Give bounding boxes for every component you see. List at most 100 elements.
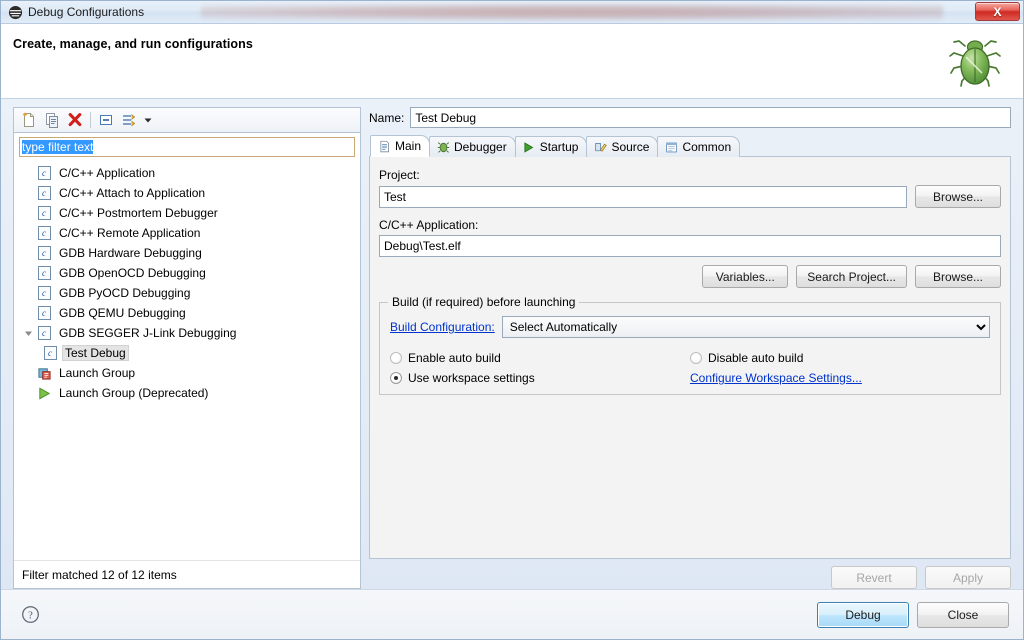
tree-item-launch-group[interactable]: Launch Group	[14, 363, 360, 383]
debug-configurations-dialog: Debug Configurations X Create, manage, a…	[0, 0, 1024, 640]
c-config-icon: c	[37, 286, 51, 300]
tab-main[interactable]: Main	[370, 135, 431, 157]
filter-launch-configurations-button[interactable]	[118, 110, 140, 131]
tree-item-label: Launch Group	[59, 366, 136, 380]
use-workspace-settings-radio[interactable]	[390, 372, 402, 384]
dialog-footer: ? Debug Close	[1, 589, 1023, 639]
c-config-icon: c	[36, 325, 52, 341]
tab-debugger[interactable]: Debugger	[429, 136, 516, 157]
tree-item-gdb-qemu-debugging[interactable]: c GDB QEMU Debugging	[14, 303, 360, 323]
debugger-icon	[437, 141, 449, 153]
tree-item-label: C/C++ Attach to Application	[59, 186, 206, 200]
launch-group-icon	[37, 367, 51, 380]
project-row: Browse...	[379, 185, 1001, 208]
duplicate-launch-configuration-button[interactable]	[41, 110, 63, 131]
revert-button[interactable]: Revert	[831, 566, 917, 589]
c-config-icon: c	[36, 165, 52, 181]
play-icon	[524, 141, 534, 153]
close-button[interactable]: Close	[917, 601, 1009, 628]
debugger-icon	[436, 140, 450, 154]
tree-item-test-debug[interactable]: c Test Debug	[14, 343, 360, 363]
debug-button[interactable]: Debug	[817, 601, 909, 628]
configuration-name-input[interactable]	[410, 107, 1011, 128]
variables-button[interactable]: Variables...	[702, 265, 789, 288]
project-input[interactable]	[379, 185, 907, 208]
tree-item-c-c-application[interactable]: c C/C++ Application	[14, 163, 360, 183]
tree-item-c-c-attach-to-application[interactable]: c C/C++ Attach to Application	[14, 183, 360, 203]
configuration-tabs: Main Debugger Startup Source Common	[369, 135, 1011, 157]
configurations-tree[interactable]: c C/C++ Application c C/C++ Attach to Appli…	[14, 161, 360, 560]
configure-workspace-settings-item: Configure Workspace Settings...	[690, 371, 990, 385]
disable-auto-build-radio[interactable]	[690, 352, 702, 364]
c-config-icon: c	[37, 266, 51, 280]
filter-field-wrapper	[14, 133, 360, 161]
tree-expander-icon[interactable]	[20, 329, 36, 338]
delete-launch-configuration-icon	[68, 113, 82, 127]
use-workspace-settings-radio-item[interactable]: Use workspace settings	[390, 371, 690, 385]
filter-input[interactable]	[19, 137, 355, 157]
collapse-all-button[interactable]	[95, 110, 117, 131]
triangle-down-icon	[24, 331, 32, 336]
tree-item-gdb-pyocd-debugging[interactable]: c GDB PyOCD Debugging	[14, 283, 360, 303]
c-config-icon: c	[37, 306, 51, 320]
apply-button[interactable]: Apply	[925, 566, 1011, 589]
toolbar-dropdown-button[interactable]	[141, 110, 155, 131]
tab-common[interactable]: Common	[657, 136, 741, 157]
tree-item-gdb-hardware-debugging[interactable]: c GDB Hardware Debugging	[14, 243, 360, 263]
tree-item-gdb-segger-j-link-debugging[interactable]: c GDB SEGGER J-Link Debugging	[14, 323, 360, 343]
toolbar-separator	[90, 112, 91, 128]
tab-label: Debugger	[454, 140, 507, 154]
tab-label: Source	[611, 140, 650, 154]
use-workspace-settings-label: Use workspace settings	[408, 371, 535, 385]
chevron-down-icon	[144, 118, 152, 123]
build-group-title: Build (if required) before launching	[388, 295, 580, 309]
delete-launch-configuration-button[interactable]	[64, 110, 86, 131]
filter-status-label: Filter matched 12 of 12 items	[14, 560, 360, 588]
tree-item-label: Launch Group (Deprecated)	[59, 386, 209, 400]
common-icon	[666, 142, 677, 152]
dialog-header: Create, manage, and run configurations	[1, 24, 1023, 99]
main-tab-panel: Project: Browse... C/C++ Application: Va…	[369, 156, 1011, 559]
configure-workspace-settings-link[interactable]: Configure Workspace Settings...	[690, 371, 862, 385]
c-config-icon: c	[36, 205, 52, 221]
disable-auto-build-label: Disable auto build	[708, 351, 804, 365]
disable-auto-build-radio-item[interactable]: Disable auto build	[690, 351, 990, 365]
tree-item-launch-group-deprecated[interactable]: Launch Group (Deprecated)	[14, 383, 360, 403]
launch-group-deprecated-icon	[38, 387, 50, 399]
titlebar-background-blur	[201, 1, 943, 23]
project-browse-button[interactable]: Browse...	[915, 185, 1001, 208]
enable-auto-build-radio-item[interactable]: Enable auto build	[390, 351, 690, 365]
tab-label: Main	[395, 139, 422, 153]
title-bar: Debug Configurations X	[1, 1, 1023, 24]
configuration-editor: Name: Main Debugger Startup Source Common Pr…	[369, 107, 1011, 589]
tree-item-c-c-postmortem-debugger[interactable]: c C/C++ Postmortem Debugger	[14, 203, 360, 223]
tree-item-label: GDB Hardware Debugging	[59, 246, 202, 260]
page-title: Create, manage, and run configurations	[13, 37, 253, 51]
close-window-button[interactable]: X	[975, 2, 1020, 21]
build-configuration-link[interactable]: Build Configuration:	[390, 320, 495, 334]
tree-item-c-c-remote-application[interactable]: c C/C++ Remote Application	[14, 223, 360, 243]
c-config-icon: c	[43, 346, 57, 360]
duplicate-launch-configuration-icon	[46, 113, 58, 128]
tab-startup[interactable]: Startup	[514, 136, 588, 157]
build-configuration-select[interactable]: Select Automatically	[501, 316, 990, 338]
footer-buttons: Debug Close	[817, 601, 1009, 628]
application-browse-button[interactable]: Browse...	[915, 265, 1001, 288]
eclipse-debug-icon	[8, 5, 23, 19]
launch-group-deprecated-icon	[36, 385, 52, 401]
search-project-button[interactable]: Search Project...	[796, 265, 907, 288]
common-icon	[664, 140, 678, 154]
tree-item-gdb-openocd-debugging[interactable]: c GDB OpenOCD Debugging	[14, 263, 360, 283]
c-config-icon: c	[37, 186, 51, 200]
enable-auto-build-radio[interactable]	[390, 352, 402, 364]
filter-launch-configurations-icon	[123, 114, 136, 127]
tab-source[interactable]: Source	[586, 136, 659, 157]
help-question-icon[interactable]: ?	[21, 605, 40, 624]
new-launch-configuration-icon	[23, 112, 34, 127]
configurations-tree-panel: c C/C++ Application c C/C++ Attach to Appli…	[13, 132, 361, 589]
application-input[interactable]	[379, 235, 1001, 257]
new-launch-configuration-button[interactable]	[18, 110, 40, 131]
play-icon	[522, 140, 536, 154]
c-config-icon: c	[36, 245, 52, 261]
build-settings-group: Build (if required) before launching Bui…	[379, 295, 1001, 395]
